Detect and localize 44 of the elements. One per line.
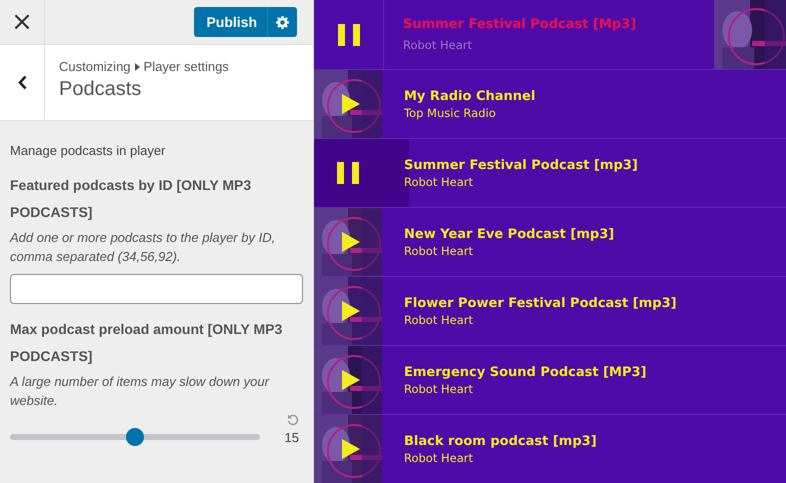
setting-description: Add one or more podcasts to the player by ID, comma separated (34,56,92). xyxy=(10,229,276,266)
settings-icon xyxy=(276,16,289,28)
playlist-item[interactable]: Black room podcast [mp3] Robot Heart xyxy=(314,415,786,483)
track-artist: Top Music Radio xyxy=(404,106,497,120)
section-description: Manage podcasts in player xyxy=(10,143,166,158)
input-field[interactable] xyxy=(10,274,303,304)
track-title: Summer Festival Podcast [mp3] xyxy=(404,158,638,172)
slider[interactable] xyxy=(10,428,260,446)
slider-thumb[interactable] xyxy=(126,428,144,446)
publish-button[interactable]: Publish xyxy=(194,7,267,37)
setting-description: A large number of items may slow down your website. xyxy=(10,373,270,410)
track-artist: Robot Heart xyxy=(403,38,474,52)
track-title: Summer Festival Podcast [Mp3] xyxy=(403,17,638,32)
slider-value: 15 xyxy=(284,430,299,444)
track-artist: Robot Heart xyxy=(404,244,474,258)
caret-icon xyxy=(134,62,140,70)
track-title: New Year Eve Podcast [mp3] xyxy=(404,226,614,242)
close-button[interactable]: × xyxy=(0,0,45,44)
pause-icon[interactable] xyxy=(338,24,360,46)
track-artist: Robot Heart xyxy=(404,382,474,396)
track-artist: Robot Heart xyxy=(404,174,474,188)
play-icon[interactable] xyxy=(342,94,360,114)
playlist-item[interactable]: My Radio Channel Top Music Radio xyxy=(314,70,786,139)
track-artist: Robot Heart xyxy=(404,312,474,326)
playlist-item[interactable]: Summer Festival Podcast [mp3] Robot Heart xyxy=(314,139,786,208)
playlist-item[interactable]: Emergency Sound Podcast [MP3] Robot Heart xyxy=(314,346,786,415)
setting-label: Max podcast preload amount [ONLY MP3 PODCASTS] xyxy=(10,320,284,366)
track-title: My Radio Channel xyxy=(404,88,536,104)
back-icon xyxy=(18,75,26,90)
track-title: Black room podcast [mp3] xyxy=(404,434,597,448)
play-icon[interactable] xyxy=(342,439,360,459)
breadcrumb-text: Customizing xyxy=(59,59,131,74)
play-icon[interactable] xyxy=(342,232,360,252)
track-title: Flower Power Festival Podcast [mp3] xyxy=(404,296,677,310)
pause-icon[interactable] xyxy=(337,162,359,184)
setting-label: Featured podcasts by ID [ONLY MP3 PODCASTS] xyxy=(10,176,252,222)
breadcrumb-text: Player settings xyxy=(144,59,229,74)
play-icon[interactable] xyxy=(342,370,360,390)
track-title: Emergency Sound Podcast [MP3] xyxy=(404,364,646,380)
track-artist: Robot Heart xyxy=(404,450,474,464)
play-icon[interactable] xyxy=(342,301,360,321)
section-title: Podcasts xyxy=(59,78,142,101)
playlist-item[interactable]: New Year Eve Podcast [mp3] Robot Heart xyxy=(314,208,786,277)
playlist-item[interactable]: Flower Power Festival Podcast [mp3] Robot Heart xyxy=(314,277,786,346)
